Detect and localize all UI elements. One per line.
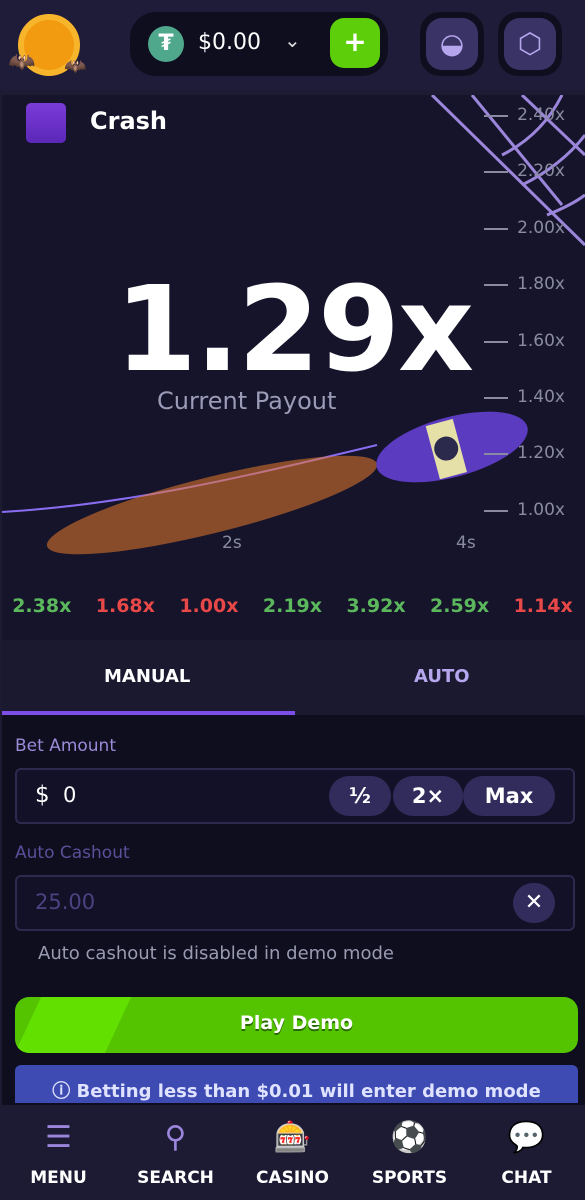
play-demo-label: Play Demo xyxy=(239,1012,354,1034)
x-axis-label: 2s xyxy=(222,533,242,553)
y-axis-label: 1.00x xyxy=(517,499,565,520)
tab-manual[interactable]: MANUAL xyxy=(104,666,190,687)
rocket-icon xyxy=(376,411,528,483)
bet-amount-input[interactable]: $ 0 ½ 2× Max xyxy=(15,768,575,824)
y-axis-label: 2.20x xyxy=(517,161,565,182)
history-multiplier[interactable]: 2.59x xyxy=(430,595,489,617)
soccer-ball-icon: ⚽ xyxy=(390,1120,429,1155)
nav-label: CASINO xyxy=(256,1168,329,1188)
notice-text: Betting less than $0.01 will enter demo … xyxy=(76,1081,541,1102)
hexagon-icon: ⬡ xyxy=(504,18,556,70)
y-axis-tick xyxy=(484,509,508,512)
y-axis-tick xyxy=(484,397,508,399)
tab-auto[interactable]: AUTO xyxy=(414,666,470,687)
balance: $0.00 xyxy=(198,30,261,55)
history-multiplier[interactable]: 1.00x xyxy=(179,595,238,617)
slot-machine-icon: 🎰 xyxy=(273,1120,312,1155)
history-multiplier[interactable]: 3.92x xyxy=(346,595,405,617)
y-axis-label: 2.00x xyxy=(517,217,565,238)
search-icon: ⚲ xyxy=(164,1120,187,1155)
hexagon-button[interactable]: ⬡ xyxy=(498,12,562,76)
auto-cashout-placeholder: 25.00 xyxy=(35,890,96,914)
y-axis-tick xyxy=(484,227,508,230)
nav-label: MENU xyxy=(30,1168,87,1188)
nav-label: CHAT xyxy=(501,1168,552,1188)
cauldron-icon: ◒ xyxy=(426,18,478,70)
history-multiplier[interactable]: 1.68x xyxy=(96,595,155,617)
wallet-selector[interactable]: ₮ $0.00 ⌄ + xyxy=(130,12,388,76)
history-multiplier[interactable]: 1.14x xyxy=(514,595,573,617)
auto-cashout-label: Auto Cashout xyxy=(15,843,130,863)
nav-label: SEARCH xyxy=(137,1168,214,1188)
clear-icon[interactable]: ✕ xyxy=(513,883,555,923)
nav-sports[interactable]: ⚽ SPORTS xyxy=(351,1108,468,1200)
x-axis-label: 4s xyxy=(456,533,476,553)
cauldron-button[interactable]: ◒ xyxy=(420,12,484,76)
rocket-flame xyxy=(46,455,378,555)
double-bet-button[interactable]: 2× xyxy=(393,776,463,816)
nav-chat[interactable]: 💬 CHAT xyxy=(468,1108,585,1200)
y-axis-tick xyxy=(484,171,508,174)
current-multiplier: 1.29x xyxy=(114,260,474,398)
y-axis-label: 1.20x xyxy=(517,443,565,464)
tether-icon: ₮ xyxy=(148,26,184,62)
menu-icon: ☰ xyxy=(45,1120,72,1155)
bet-amount-label: Bet Amount xyxy=(15,736,116,756)
history-multiplier[interactable]: 2.38x xyxy=(12,595,71,617)
nav-label: SPORTS xyxy=(371,1168,448,1188)
nav-menu[interactable]: ☰ MENU xyxy=(0,1108,117,1200)
y-axis-label: 1.80x xyxy=(517,274,565,295)
max-bet-button[interactable]: Max xyxy=(463,776,555,816)
chevron-down-icon[interactable]: ⌄ xyxy=(284,28,301,52)
play-demo-button[interactable]: Play Demo xyxy=(15,997,578,1053)
bet-panel: Bet Amount $ 0 ½ 2× Max Auto Cashout 25.… xyxy=(2,715,585,1105)
y-axis-label: 1.60x xyxy=(517,330,565,351)
info-icon: ⓘ xyxy=(52,1081,77,1102)
bet-amount-value: 0 xyxy=(63,783,77,807)
crash-game-area: Crash 1.29x Current Payout 2.40x 2.20x 2.0… xyxy=(2,95,585,640)
y-axis-tick xyxy=(484,284,508,287)
y-axis-tick xyxy=(484,115,508,117)
auto-cashout-note: Auto cashout is disabled in demo mode xyxy=(38,943,394,964)
currency-symbol: $ xyxy=(35,782,50,808)
bottom-nav: ☰ MENU ⚲ SEARCH 🎰 CASINO ⚽ SPORTS 💬 CHAT xyxy=(0,1108,585,1200)
history-multiplier[interactable]: 2.19x xyxy=(263,595,322,617)
y-axis-label: 1.40x xyxy=(517,387,565,407)
y-axis-tick xyxy=(484,453,508,456)
deposit-button[interactable]: + xyxy=(330,18,380,68)
bat-icon: 🦇 xyxy=(64,56,87,77)
nav-casino[interactable]: 🎰 CASINO xyxy=(234,1108,351,1200)
y-axis-tick xyxy=(484,340,508,343)
nav-search[interactable]: ⚲ SEARCH xyxy=(117,1108,234,1200)
bet-mode-tabs: MANUAL AUTO xyxy=(2,640,585,715)
top-bar: 🦇 🦇 ₮ $0.00 ⌄ + ◒ ⬡ xyxy=(0,0,585,90)
chat-icon: 💬 xyxy=(507,1120,546,1155)
recent-multipliers: 2.38x 1.68x 1.00x 2.19x 3.92x 2.59x 1.14x xyxy=(0,595,585,617)
auto-cashout-input[interactable]: 25.00 ✕ xyxy=(15,875,575,931)
y-axis-label: 2.40x xyxy=(517,105,565,125)
half-bet-button[interactable]: ½ xyxy=(329,776,391,816)
bat-icon: 🦇 xyxy=(8,50,36,75)
demo-mode-notice: ⓘ Betting less than $0.01 will enter dem… xyxy=(15,1065,578,1103)
multiplier-caption: Current Payout xyxy=(157,387,337,415)
